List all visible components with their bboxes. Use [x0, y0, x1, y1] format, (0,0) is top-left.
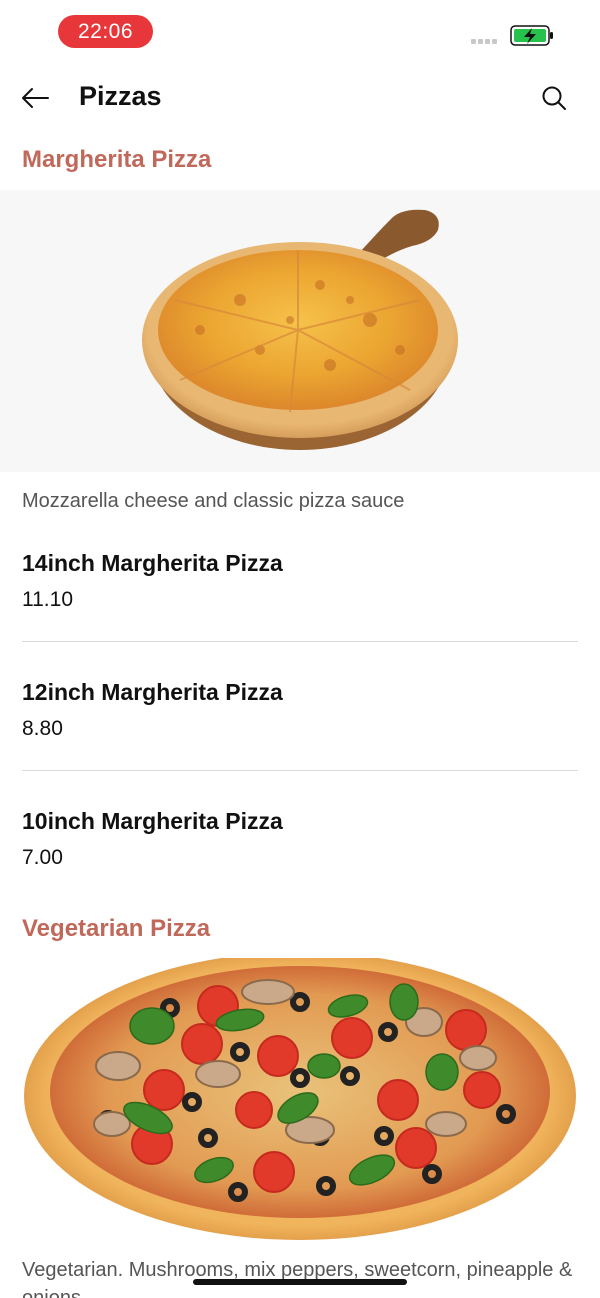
divider	[22, 641, 578, 642]
item-price: 8.80	[22, 717, 63, 740]
divider	[22, 770, 578, 771]
page-title: Pizzas	[79, 81, 162, 111]
nav-bar: Pizzas	[0, 64, 600, 132]
menu-item[interactable]: 10inch Margherita Pizza 7.00	[22, 808, 578, 870]
item-name: 10inch Margherita Pizza	[22, 808, 283, 834]
item-name: 14inch Margherita Pizza	[22, 550, 283, 576]
category-description-margherita: Mozzarella cheese and classic pizza sauc…	[22, 490, 405, 512]
menu-item[interactable]: 14inch Margherita Pizza 11.10	[22, 550, 578, 612]
search-button[interactable]	[538, 82, 570, 114]
arrow-left-icon	[22, 88, 49, 108]
battery-charging-icon	[510, 25, 553, 46]
signal-icon	[471, 39, 497, 44]
item-price: 7.00	[22, 846, 63, 869]
status-bar: 22:06	[0, 0, 600, 64]
home-indicator	[193, 1279, 407, 1285]
category-title-vegetarian: Vegetarian Pizza	[22, 915, 211, 942]
status-time: 22:06	[58, 15, 153, 48]
category-description-vegetarian: Vegetarian. Mushrooms, mix peppers, swee…	[22, 1259, 573, 1298]
item-name: 12inch Margherita Pizza	[22, 679, 283, 705]
vegetarian-pizza-image	[0, 958, 600, 1240]
item-price: 11.10	[22, 588, 73, 611]
vegetarian-pizza-photo	[24, 958, 576, 1240]
search-icon	[542, 86, 566, 110]
back-button[interactable]	[18, 82, 52, 114]
margherita-pizza-photo	[142, 209, 458, 450]
menu-item[interactable]: 12inch Margherita Pizza 8.80	[22, 679, 578, 741]
category-title-margherita: Margherita Pizza	[22, 146, 212, 173]
margherita-pizza-image	[0, 190, 600, 472]
